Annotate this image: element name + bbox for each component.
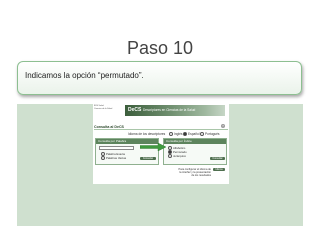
decs-screenshot: BVS Salud Ciencias de la Salud DeCS Desc…: [93, 104, 229, 184]
help-icon[interactable]: ?: [221, 124, 225, 128]
language-option-ingles[interactable]: Inglés: [169, 132, 183, 137]
banner-subtitle: Descriptores en Ciencias de la Salud: [143, 108, 196, 112]
instruction-callout: Indicamos la opción “permutado”.: [17, 61, 302, 95]
decs-logo: DeCS: [128, 107, 142, 113]
radio-icon[interactable]: [200, 132, 204, 137]
language-option-portugues[interactable]: Portugués: [200, 132, 220, 137]
search-word-input[interactable]: [99, 146, 134, 150]
search-by-index-box: Consulta por Índice Alfabético Permutado…: [163, 138, 227, 165]
interface-language-button[interactable]: Idioma: [213, 168, 225, 171]
pointer-arrow-icon: [140, 143, 166, 151]
radio-selected-icon[interactable]: [183, 132, 187, 137]
language-label: Idioma de los descriptores: [128, 132, 166, 136]
consult-index-button[interactable]: Consultar: [210, 157, 225, 160]
option-hierarchical[interactable]: Jerárquico: [168, 154, 186, 159]
search-by-index-header: Consulta por Índice: [164, 139, 226, 144]
radio-icon[interactable]: [168, 154, 172, 159]
radio-icon[interactable]: [101, 156, 105, 161]
option-empty-words[interactable]: Palabras Vacías: [101, 156, 126, 161]
slide-title: Paso 10: [126, 38, 194, 58]
instruction-text: Indicamos la opción “permutado”.: [25, 71, 144, 80]
consult-word-button[interactable]: Consultar: [140, 157, 156, 160]
decs-banner: DeCS Descriptores en Ciencias de la Salu…: [125, 105, 225, 116]
interface-language-note: Para configurar el idioma de la interfaz…: [178, 168, 211, 177]
title-divider: [94, 129, 228, 130]
language-option-espanol[interactable]: Español: [183, 132, 200, 137]
radio-icon[interactable]: [169, 132, 173, 137]
